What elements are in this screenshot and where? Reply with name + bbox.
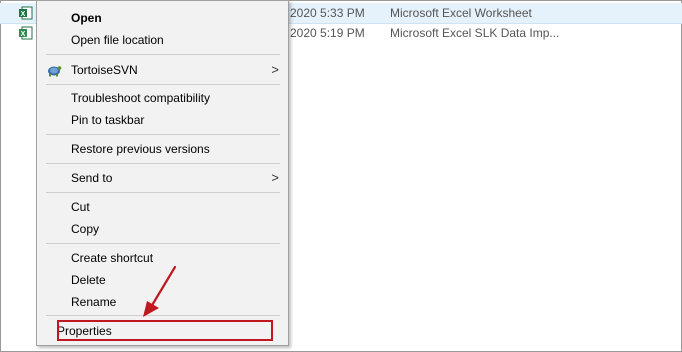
menu-item-label: Rename: [71, 295, 117, 309]
menu-item-troubleshoot-compatibility[interactable]: Troubleshoot compatibility: [37, 87, 288, 109]
menu-item-label: Restore previous versions: [71, 142, 210, 156]
menu-item-label: Troubleshoot compatibility: [71, 91, 210, 105]
file-date: 2020 5:33 PM: [290, 6, 365, 20]
context-menu: Open Open file location TortoiseSVN > Tr…: [36, 0, 289, 346]
chevron-right-icon: >: [271, 170, 279, 185]
menu-separator: [46, 243, 280, 244]
menu-item-cut[interactable]: Cut: [37, 196, 288, 218]
menu-item-label: Send to: [71, 171, 113, 185]
svg-text:X: X: [21, 11, 26, 18]
menu-item-open-file-location[interactable]: Open file location: [37, 29, 288, 51]
menu-item-send-to[interactable]: Send to >: [37, 167, 288, 189]
tortoisesvn-icon: [48, 66, 62, 77]
menu-separator: [46, 163, 280, 164]
menu-item-label: Open file location: [71, 33, 164, 47]
svg-text:X: X: [21, 31, 26, 38]
menu-item-open[interactable]: Open: [37, 7, 288, 29]
menu-item-label: Delete: [71, 273, 106, 287]
file-type: Microsoft Excel Worksheet: [390, 6, 532, 20]
menu-item-restore-previous-versions[interactable]: Restore previous versions: [37, 138, 288, 160]
annotation-arrow-icon: [143, 265, 177, 317]
menu-item-label: Pin to taskbar: [71, 113, 145, 127]
excel-slk-file-icon: X: [19, 26, 33, 40]
menu-separator: [46, 54, 280, 55]
menu-separator: [46, 134, 280, 135]
menu-item-label: Copy: [71, 222, 100, 236]
menu-item-label: Open: [71, 11, 102, 25]
menu-item-label: TortoiseSVN: [71, 63, 138, 77]
menu-separator: [46, 84, 280, 85]
chevron-right-icon: >: [271, 62, 279, 77]
properties-highlight-box: [57, 320, 273, 341]
excel-file-icon: X: [19, 6, 33, 20]
menu-item-label: Cut: [71, 200, 90, 214]
menu-item-pin-to-taskbar[interactable]: Pin to taskbar: [37, 109, 288, 131]
file-date: 2020 5:19 PM: [290, 26, 365, 40]
file-type: Microsoft Excel SLK Data Imp...: [390, 26, 560, 40]
menu-item-copy[interactable]: Copy: [37, 218, 288, 240]
menu-separator: [46, 192, 280, 193]
menu-item-tortoisesvn[interactable]: TortoiseSVN >: [37, 59, 288, 81]
